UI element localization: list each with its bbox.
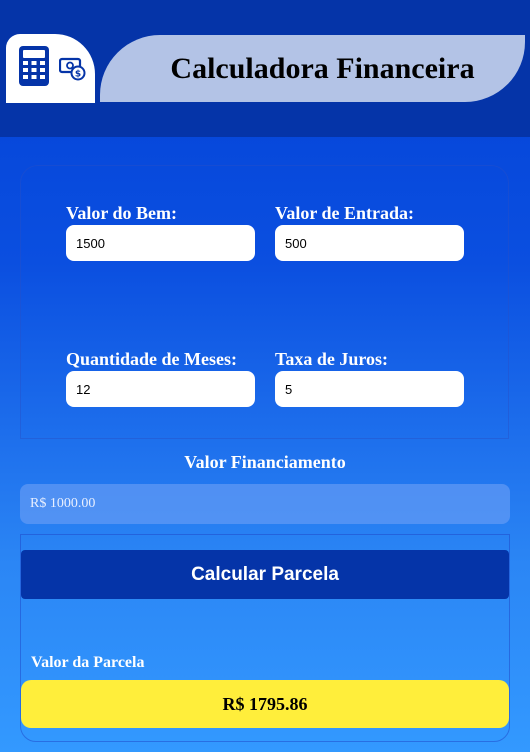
svg-text:$: $: [75, 70, 81, 80]
calculator-icon: [19, 46, 49, 86]
valor-bem-input[interactable]: [66, 225, 255, 261]
taxa-juros-label: Taxa de Juros:: [275, 349, 389, 369]
form-card: Valor do Bem: Valor de Entrada: Quantida…: [20, 165, 509, 439]
parcela-value: R$ 1795.86: [21, 680, 509, 728]
title-banner: Calculadora Financeira: [100, 35, 525, 102]
financiamento-value: R$ 1000.00: [20, 484, 510, 524]
page-title: Calculadora Financeira: [170, 51, 475, 85]
valor-entrada-input[interactable]: [275, 225, 464, 261]
valor-entrada-label: Valor de Entrada:: [275, 203, 415, 223]
app-header: $ Calculadora Financeira: [0, 0, 530, 137]
taxa-juros-input[interactable]: [275, 371, 464, 407]
field-valor-entrada: Valor de Entrada:: [275, 203, 464, 261]
financiamento-label: Valor Financiamento: [184, 452, 346, 472]
field-valor-bem: Valor do Bem:: [66, 203, 255, 261]
valor-bem-label: Valor do Bem:: [66, 203, 178, 223]
quantidade-meses-input[interactable]: [66, 371, 255, 407]
logo: $: [6, 34, 95, 103]
parcela-label: Valor da Parcela: [31, 654, 145, 671]
result-card: Calcular Parcela Valor da Parcela R$ 179…: [20, 534, 510, 742]
field-taxa-juros: Taxa de Juros:: [275, 349, 464, 407]
calcular-parcela-button[interactable]: Calcular Parcela: [21, 550, 509, 599]
money-exchange-icon: $: [59, 57, 86, 81]
field-quantidade-meses: Quantidade de Meses:: [66, 349, 255, 407]
quantidade-meses-label: Quantidade de Meses:: [66, 349, 237, 369]
